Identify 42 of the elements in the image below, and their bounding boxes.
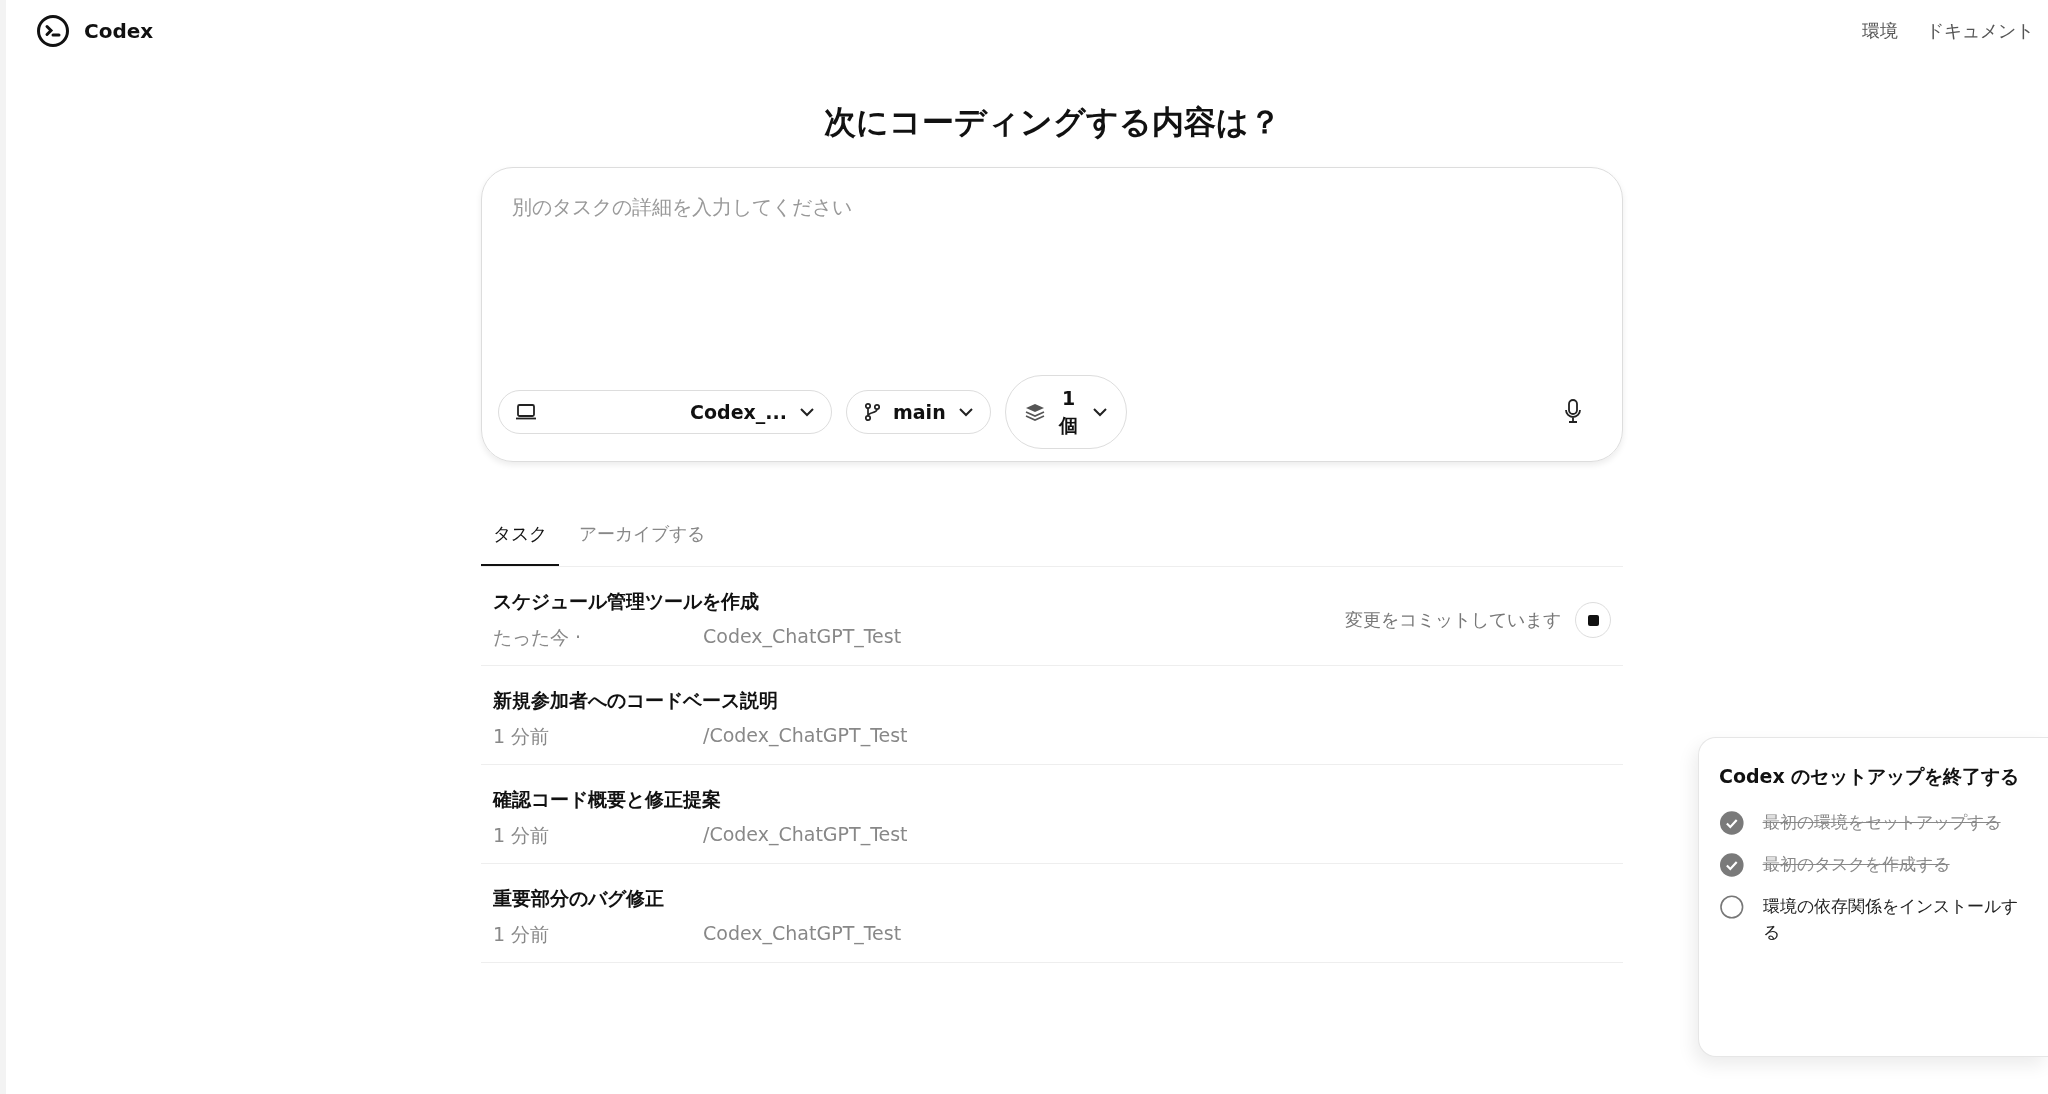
terminal-logo-icon <box>36 14 70 48</box>
setup-title: Codex のセットアップを終了する <box>1719 764 2021 789</box>
step-checkbox[interactable] <box>1719 810 1745 836</box>
task-title: 新規参加者へのコードベース説明 <box>493 688 779 713</box>
step-checkbox[interactable] <box>1719 852 1745 878</box>
layers-icon <box>1023 402 1046 422</box>
brand-name: Codex <box>84 19 154 43</box>
environment-dropdown[interactable]: Codex_... <box>498 390 832 434</box>
step-label: 最初のタスクを作成する <box>1762 853 1951 876</box>
task-repo: Codex_ChatGPT_Test <box>703 625 902 650</box>
tab[interactable]: アーカイブする <box>567 512 717 566</box>
task-time: 1 分前 <box>493 724 551 749</box>
tab[interactable]: タスク <box>481 512 559 566</box>
task-repo: Codex_ChatGPT_Test <box>703 922 902 947</box>
task-title: スケジュール管理ツールを作成 <box>493 589 760 614</box>
nav-link[interactable]: 環境 <box>1862 19 1898 43</box>
task-time: たった今 · <box>493 625 583 650</box>
branch-icon <box>863 402 881 422</box>
task-repo: /Codex_ChatGPT_Test <box>703 823 908 848</box>
task-row[interactable]: 確認コード概要と修正提案 1 分前 /Codex_ChatGPT_Test <box>481 765 1623 864</box>
task-row[interactable]: 新規参加者へのコードベース説明 1 分前 /Codex_ChatGPT_Test <box>481 666 1623 765</box>
step-label: 最初の環境をセットアップする <box>1762 811 2002 834</box>
task-row[interactable]: スケジュール管理ツールを作成 たった今 · Codex_ChatGPT_Test 変更をコミットしています <box>481 567 1623 666</box>
task-title: 確認コード概要と修正提案 <box>493 787 722 812</box>
chevron-down-icon <box>799 407 815 417</box>
nav-link[interactable]: ドキュメント <box>1926 19 2034 43</box>
task-time: 1 分前 <box>493 823 551 848</box>
task-repo: /Codex_ChatGPT_Test <box>703 724 908 749</box>
chevron-down-icon <box>1091 407 1108 417</box>
task-row[interactable]: 重要部分のバグ修正 1 分前 Codex_ChatGPT_Test <box>481 864 1623 963</box>
task-status: 変更をコミットしています <box>1345 608 1561 632</box>
stop-button[interactable] <box>1575 602 1611 638</box>
step-label: 環境の依存関係をインストールする <box>1762 895 2019 944</box>
page-heading: 次にコーディングする内容は？ <box>822 102 1282 143</box>
versions-dropdown[interactable]: 1 個 <box>1004 375 1127 449</box>
laptop-icon <box>515 403 537 421</box>
task-title: 重要部分のバグ修正 <box>493 886 665 911</box>
task-input-field[interactable]: 別のタスクの詳細を入力してください Codex_... main 1 個 <box>481 167 1623 462</box>
task-time: 1 分前 <box>493 922 551 947</box>
chevron-down-icon <box>957 407 974 417</box>
branch-dropdown[interactable]: main <box>846 390 991 434</box>
step-checkbox[interactable] <box>1719 894 1745 920</box>
